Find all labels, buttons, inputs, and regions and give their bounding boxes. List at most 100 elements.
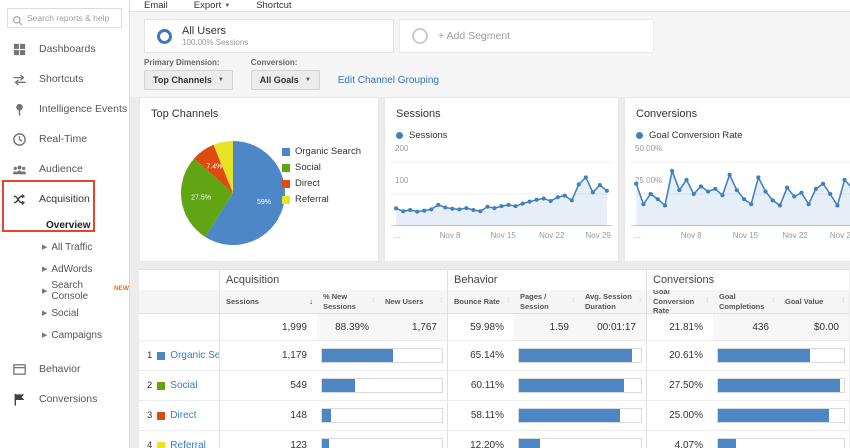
data-point[interactable] bbox=[394, 206, 398, 210]
channel-link-organic-search[interactable]: Organic Search bbox=[170, 350, 219, 361]
export-button[interactable]: Export ▼ bbox=[194, 0, 230, 11]
data-point[interactable] bbox=[570, 198, 574, 202]
data-point[interactable] bbox=[464, 206, 468, 210]
data-point[interactable] bbox=[728, 173, 732, 177]
data-point[interactable] bbox=[799, 191, 803, 195]
data-point[interactable] bbox=[677, 188, 681, 192]
data-point[interactable] bbox=[713, 187, 717, 191]
data-point[interactable] bbox=[706, 189, 710, 193]
data-point[interactable] bbox=[692, 192, 696, 196]
data-point[interactable] bbox=[528, 200, 532, 204]
data-point[interactable] bbox=[821, 182, 825, 186]
segment-all-users[interactable]: All Users 100.00% Sessions bbox=[144, 19, 394, 53]
data-point[interactable] bbox=[735, 188, 739, 192]
data-point[interactable] bbox=[429, 207, 433, 211]
data-point[interactable] bbox=[763, 189, 767, 193]
data-point[interactable] bbox=[792, 195, 796, 199]
channel-link-direct[interactable]: Direct bbox=[170, 410, 196, 421]
sidebar-subitem-social[interactable]: ▶Social bbox=[0, 302, 129, 324]
email-button[interactable]: Email bbox=[144, 0, 168, 11]
data-point[interactable] bbox=[415, 210, 419, 214]
column-header-goal-conversion-rate[interactable]: Goal Conversion Rate↕ bbox=[646, 290, 713, 314]
column-header--new-sessions[interactable]: % New Sessions↕ bbox=[317, 290, 379, 314]
shortcut-button[interactable]: Shortcut bbox=[256, 0, 291, 11]
sidebar-item-intelligence-events[interactable]: Intelligence Events bbox=[0, 94, 129, 124]
data-point[interactable] bbox=[408, 208, 412, 212]
data-point[interactable] bbox=[663, 204, 667, 208]
data-point[interactable] bbox=[842, 178, 846, 182]
data-point[interactable] bbox=[492, 206, 496, 210]
column-header-channel[interactable] bbox=[139, 290, 219, 314]
data-point[interactable] bbox=[835, 204, 839, 208]
data-point[interactable] bbox=[634, 182, 638, 186]
channels-pie-chart[interactable]: 59%27.5%7.4% bbox=[178, 138, 288, 248]
data-point[interactable] bbox=[649, 192, 653, 196]
data-point[interactable] bbox=[742, 197, 746, 201]
data-point[interactable] bbox=[720, 193, 724, 197]
add-segment-button[interactable]: + Add Segment bbox=[399, 19, 654, 53]
data-point[interactable] bbox=[556, 195, 560, 199]
data-point[interactable] bbox=[656, 197, 660, 201]
data-point[interactable] bbox=[699, 184, 703, 188]
sidebar-subitem-all-traffic[interactable]: ▶All Traffic bbox=[0, 236, 129, 258]
data-point[interactable] bbox=[684, 178, 688, 182]
data-point[interactable] bbox=[749, 202, 753, 206]
conversion-dropdown[interactable]: All Goals ▼ bbox=[251, 70, 320, 90]
data-point[interactable] bbox=[563, 194, 567, 198]
column-header-sessions[interactable]: Sessions↓ bbox=[219, 290, 317, 314]
primary-dimension-dropdown[interactable]: Top Channels ▼ bbox=[144, 70, 233, 90]
sidebar-item-dashboards[interactable]: Dashboards bbox=[0, 34, 129, 64]
sidebar-subitem-campaigns[interactable]: ▶Campaigns bbox=[0, 324, 129, 346]
data-point[interactable] bbox=[641, 202, 645, 206]
data-point[interactable] bbox=[457, 207, 461, 211]
data-point[interactable] bbox=[499, 204, 503, 208]
data-point[interactable] bbox=[471, 208, 475, 212]
sidebar-item-real-time[interactable]: Real-Time bbox=[0, 124, 129, 154]
data-point[interactable] bbox=[485, 205, 489, 209]
data-point[interactable] bbox=[514, 204, 518, 208]
channel-link-referral[interactable]: Referral bbox=[170, 440, 206, 448]
data-point[interactable] bbox=[584, 175, 588, 179]
column-header-new-users[interactable]: New Users↕ bbox=[379, 290, 447, 314]
column-header-pages-session[interactable]: Pages / Session↕ bbox=[514, 290, 579, 314]
data-point[interactable] bbox=[670, 169, 674, 173]
sidebar-item-audience[interactable]: Audience bbox=[0, 154, 129, 184]
sidebar-item-behavior[interactable]: Behavior bbox=[0, 354, 129, 384]
data-point[interactable] bbox=[478, 209, 482, 213]
edit-channel-grouping-link[interactable]: Edit Channel Grouping bbox=[338, 75, 439, 90]
conversions-line-chart[interactable] bbox=[631, 154, 850, 226]
sidebar-item-acquisition[interactable]: Acquisition bbox=[0, 184, 129, 214]
data-point[interactable] bbox=[521, 202, 525, 206]
data-point[interactable] bbox=[828, 192, 832, 196]
column-header-avg-session-duration[interactable]: Avg. Session Duration↕ bbox=[579, 290, 646, 314]
data-point[interactable] bbox=[436, 203, 440, 207]
data-point[interactable] bbox=[771, 198, 775, 202]
data-point[interactable] bbox=[756, 175, 760, 179]
data-point[interactable] bbox=[598, 183, 602, 187]
sidebar-subitem-overview[interactable]: Overview bbox=[0, 214, 129, 236]
column-header-goal-value[interactable]: Goal Value↕ bbox=[779, 290, 849, 314]
search-input[interactable] bbox=[27, 13, 117, 23]
data-point[interactable] bbox=[785, 186, 789, 190]
channel-link-social[interactable]: Social bbox=[170, 380, 197, 391]
sidebar-subitem-search-console[interactable]: ▶Search ConsoleNEW bbox=[0, 280, 129, 302]
data-point[interactable] bbox=[443, 205, 447, 209]
data-point[interactable] bbox=[605, 189, 609, 193]
data-point[interactable] bbox=[422, 209, 426, 213]
data-point[interactable] bbox=[450, 207, 454, 211]
data-point[interactable] bbox=[814, 187, 818, 191]
data-point[interactable] bbox=[807, 202, 811, 206]
column-header-bounce-rate[interactable]: Bounce Rate↕ bbox=[447, 290, 514, 314]
data-point[interactable] bbox=[535, 198, 539, 202]
data-point[interactable] bbox=[549, 199, 553, 203]
data-point[interactable] bbox=[778, 204, 782, 208]
data-point[interactable] bbox=[591, 190, 595, 194]
data-point[interactable] bbox=[506, 203, 510, 207]
sidebar-item-shortcuts[interactable]: Shortcuts bbox=[0, 64, 129, 94]
data-point[interactable] bbox=[542, 196, 546, 200]
sidebar-subitem-adwords[interactable]: ▶AdWords bbox=[0, 258, 129, 280]
column-header-goal-completions[interactable]: Goal Completions↕ bbox=[713, 290, 779, 314]
sidebar-item-conversions[interactable]: Conversions bbox=[0, 384, 129, 414]
sessions-line-chart[interactable] bbox=[391, 154, 612, 226]
data-point[interactable] bbox=[577, 182, 581, 186]
